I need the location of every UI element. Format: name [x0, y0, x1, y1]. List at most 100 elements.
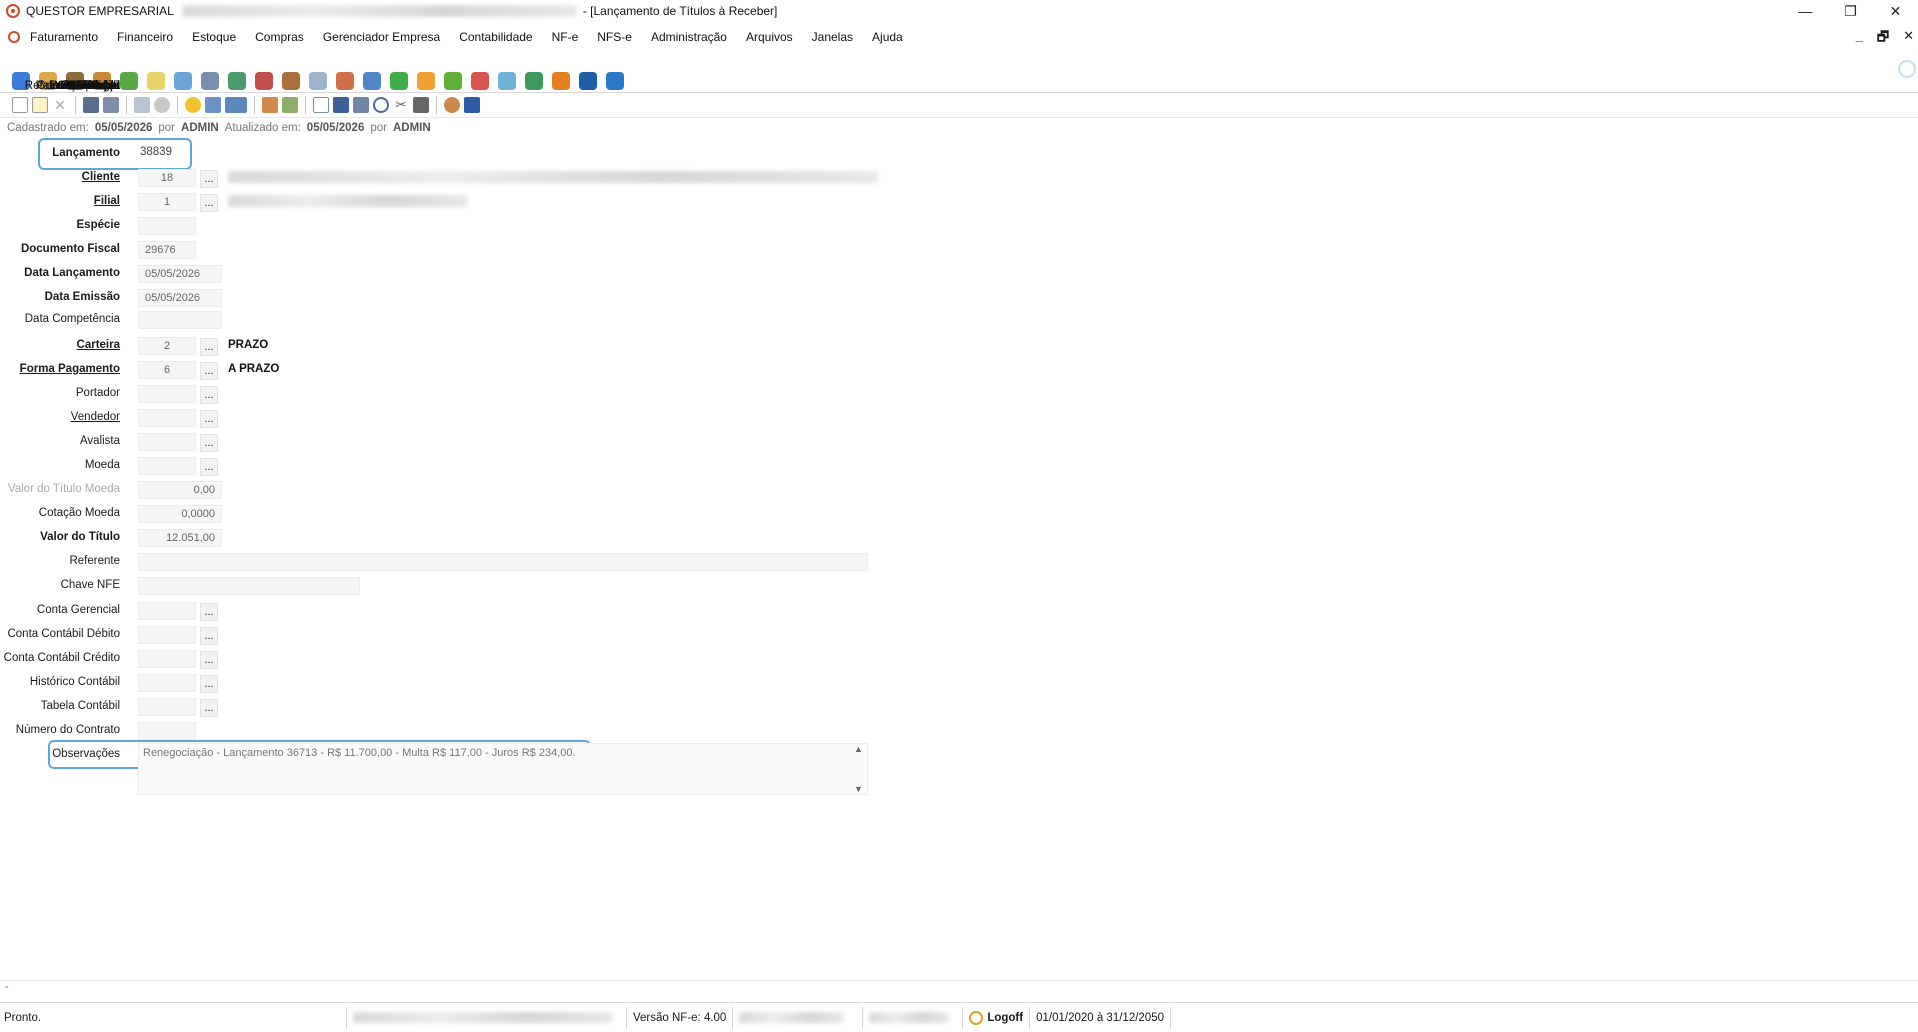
toolbar-painel-gerencial-button[interactable]: Painel Gerencial: [36, 52, 570, 92]
toolbar-pre-venda-button[interactable]: Pré-Venda: [66, 52, 300, 92]
toolbar-reforma-tributaria-button[interactable]: Reforma Tributária: [25, 52, 624, 92]
close-button[interactable]: ✕: [1873, 0, 1918, 22]
vendedor-lookup-button[interactable]: ...: [200, 410, 218, 428]
mdi-restore-button[interactable]: 🗗: [1877, 28, 1889, 50]
carteira-label[interactable]: Carteira: [77, 339, 120, 351]
referente-input[interactable]: [138, 553, 868, 571]
observacoes-scrollbar[interactable]: ▲ ▼: [850, 744, 867, 794]
observacoes-textarea[interactable]: Renegociação - Lançamento 36713 - R$ 11.…: [138, 743, 868, 795]
undo-icon[interactable]: [154, 97, 170, 113]
tools-icon[interactable]: ✂: [393, 97, 409, 113]
vendedor-code-input[interactable]: [138, 409, 196, 427]
maximize-button[interactable]: ❐: [1828, 0, 1873, 22]
windows-dropdown-icon[interactable]: [225, 97, 247, 113]
toolbar-estoque-button[interactable]: Estoque: [78, 52, 381, 92]
conta-contabil-debito-input[interactable]: [138, 626, 196, 644]
cliente-lookup-button[interactable]: ...: [200, 170, 218, 188]
book-icon[interactable]: [464, 97, 480, 113]
valor-titulo-moeda-input[interactable]: 0,00: [138, 481, 222, 499]
historico-contabil-input[interactable]: [138, 674, 196, 692]
menu-compras[interactable]: Compras: [255, 30, 304, 44]
toolbar-o-servico-button[interactable]: O. Serviço: [66, 52, 273, 92]
menu-contabilidade[interactable]: Contabilidade: [459, 30, 532, 44]
conta-gerencial-lookup-button[interactable]: ...: [200, 603, 218, 621]
vendedor-label[interactable]: Vendedor: [71, 411, 120, 423]
chave-nfe-input[interactable]: [138, 577, 360, 595]
zoom-icon[interactable]: [373, 97, 389, 113]
toolbar-baixar-titulos-button[interactable]: Baixar Títulos: [50, 52, 408, 92]
filial-lookup-button[interactable]: ...: [200, 194, 218, 212]
scroll-up-icon[interactable]: ▲: [854, 744, 863, 754]
toolbar-hubcount-button[interactable]: HubCount: [68, 52, 597, 92]
mdi-minimize-button[interactable]: _: [1856, 28, 1863, 50]
calendar-icon[interactable]: [205, 97, 221, 113]
system-menu-icon[interactable]: [8, 31, 20, 43]
tabela-contabil-lookup-button[interactable]: ...: [200, 699, 218, 717]
attachments-icon[interactable]: [262, 97, 278, 113]
toolbar-ord-comp-button[interactable]: Ord. Comp.: [61, 52, 354, 92]
menu-administracao[interactable]: Administração: [651, 30, 727, 44]
forma-pagamento-label[interactable]: Forma Pagamento: [20, 363, 120, 375]
moeda-code-input[interactable]: [138, 457, 196, 475]
new-record-icon[interactable]: [12, 97, 28, 113]
forma-pagamento-code-input[interactable]: 6: [138, 361, 196, 379]
carteira-code-input[interactable]: 2: [138, 337, 196, 355]
historico-contabil-lookup-button[interactable]: ...: [200, 675, 218, 693]
valor-titulo-input[interactable]: 12.051,00: [138, 529, 222, 547]
toolbar-caixa-button[interactable]: Caixa: [91, 52, 516, 92]
user-icon[interactable]: [444, 97, 460, 113]
portador-code-input[interactable]: [138, 385, 196, 403]
mdi-close-button[interactable]: ✕: [1903, 28, 1914, 50]
cotacao-moeda-input[interactable]: 0,0000: [138, 505, 222, 523]
menu-janelas[interactable]: Janelas: [812, 30, 853, 44]
forma-pagamento-lookup-button[interactable]: ...: [200, 362, 218, 380]
menu-faturamento[interactable]: Faturamento: [30, 30, 98, 44]
toolbar-outras-nf-button[interactable]: Outras NF: [67, 52, 192, 92]
printer-icon[interactable]: [413, 97, 429, 113]
menu-financeiro[interactable]: Financeiro: [117, 30, 173, 44]
delete-record-icon[interactable]: ✕: [52, 97, 68, 113]
data-competencia-input[interactable]: [138, 311, 222, 329]
save-icon[interactable]: [134, 97, 150, 113]
carteira-lookup-button[interactable]: ...: [200, 338, 218, 356]
logoff-button[interactable]: Logoff: [962, 1006, 1029, 1029]
conta-gerencial-input[interactable]: [138, 602, 196, 620]
toolbar-pendencias-button[interactable]: Pendências: [60, 52, 543, 92]
toolbar-contas-pagar-button[interactable]: Contas Pagar: [50, 52, 435, 92]
edit-record-icon[interactable]: [32, 97, 48, 113]
data-lancamento-input[interactable]: 05/05/2026: [138, 265, 222, 283]
toolbar-contas-receber-button[interactable]: Contas Receber: [37, 52, 462, 92]
copy-icon[interactable]: [333, 97, 349, 113]
toolbar-entradas-button[interactable]: Entradas: [74, 52, 138, 92]
documento-fiscal-input[interactable]: 29676: [138, 241, 196, 259]
avalista-code-input[interactable]: [138, 433, 196, 451]
conta-contabil-debito-lookup-button[interactable]: ...: [200, 627, 218, 645]
menu-estoque[interactable]: Estoque: [192, 30, 236, 44]
menu-gerenciador-empresa[interactable]: Gerenciador Empresa: [323, 30, 440, 44]
moeda-lookup-button[interactable]: ...: [200, 458, 218, 476]
report-icon[interactable]: [282, 97, 298, 113]
portador-lookup-button[interactable]: ...: [200, 386, 218, 404]
cliente-label[interactable]: Cliente: [82, 171, 120, 183]
numero-contrato-input[interactable]: [138, 722, 196, 740]
menu-nfs-e[interactable]: NFS-e: [597, 30, 632, 44]
minimize-button[interactable]: —: [1783, 0, 1828, 22]
help-icon[interactable]: [185, 97, 201, 113]
menu-arquivos[interactable]: Arquivos: [746, 30, 793, 44]
toolbar-orcamentos-button[interactable]: Orçamentos: [57, 52, 246, 92]
avalista-lookup-button[interactable]: ...: [200, 434, 218, 452]
toolbar-transfer-button[interactable]: Transfer.: [75, 52, 489, 92]
tabela-contabil-input[interactable]: [138, 698, 196, 716]
data-emissao-input[interactable]: 05/05/2026: [138, 289, 222, 307]
menu-ajuda[interactable]: Ajuda: [872, 30, 903, 44]
toolbar-cotacao-button[interactable]: Cotação: [77, 52, 327, 92]
duplicate-icon[interactable]: [353, 97, 369, 113]
toolbar-pedidos-button[interactable]: Pedidos: [78, 52, 219, 92]
print-icon[interactable]: [103, 97, 119, 113]
search-binoculars-icon[interactable]: [83, 97, 99, 113]
menu-nf-e[interactable]: NF-e: [552, 30, 579, 44]
especie-input[interactable]: [138, 217, 196, 235]
conta-contabil-credito-lookup-button[interactable]: ...: [200, 651, 218, 669]
filial-label[interactable]: Filial: [94, 195, 120, 207]
scroll-down-icon[interactable]: ▼: [854, 784, 863, 794]
